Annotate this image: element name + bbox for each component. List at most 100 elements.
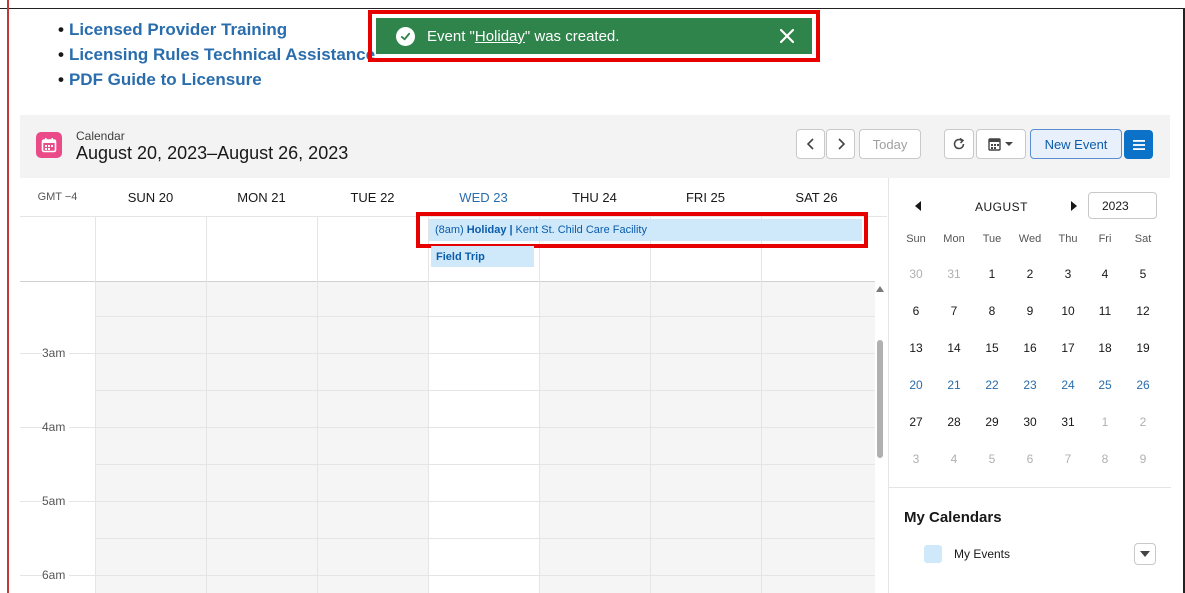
column-line — [317, 216, 318, 593]
holiday-event-highlight — [416, 212, 868, 248]
my-events-label[interactable]: My Events — [954, 547, 1010, 561]
mini-calendar-day[interactable]: 13 — [898, 341, 934, 355]
mini-calendar-day[interactable]: 12 — [1125, 304, 1161, 318]
hamburger-icon — [1132, 139, 1145, 150]
mini-dow-label: Wed — [1018, 233, 1042, 245]
mini-calendar-day[interactable]: 30 — [1012, 415, 1048, 429]
mini-calendar-day[interactable]: 17 — [1050, 341, 1086, 355]
toast-close-button[interactable] — [776, 25, 798, 47]
hour-label-5am: 5am — [42, 494, 70, 508]
link-pdf-guide[interactable]: • PDF Guide to Licensure — [58, 70, 262, 90]
day-header-mon[interactable]: MON 21 — [206, 178, 317, 216]
mini-calendar-day[interactable]: 30 — [898, 267, 934, 281]
hour-line — [20, 501, 875, 502]
link-licensed-provider-training[interactable]: • Licensed Provider Training — [58, 20, 287, 40]
mini-calendar-day[interactable]: 9 — [1012, 304, 1048, 318]
mini-calendar-day[interactable]: 27 — [898, 415, 934, 429]
day-header-sun[interactable]: SUN 20 — [95, 178, 206, 216]
year-select[interactable]: 2023 — [1088, 192, 1157, 219]
mini-calendar-day[interactable]: 1 — [974, 267, 1010, 281]
mini-calendar-day[interactable]: 3 — [898, 452, 934, 466]
mini-calendar-day[interactable]: 18 — [1087, 341, 1123, 355]
mini-calendar-day[interactable]: 21 — [936, 378, 972, 392]
mini-calendar-day[interactable]: 31 — [936, 267, 972, 281]
mini-calendar-day[interactable]: 4 — [1087, 267, 1123, 281]
link-text[interactable]: Licensed Provider Training — [69, 20, 287, 39]
mini-calendar-day[interactable]: 15 — [974, 341, 1010, 355]
today-column — [428, 282, 539, 593]
hour-label-3am: 3am — [42, 346, 70, 360]
frame-left-border — [7, 0, 9, 593]
event-field-trip[interactable]: Field Trip — [431, 246, 534, 267]
mini-calendar-day[interactable]: 3 — [1050, 267, 1086, 281]
mini-calendar-day[interactable]: 29 — [974, 415, 1010, 429]
mini-calendar-day[interactable]: 6 — [898, 304, 934, 318]
mini-calendar-day[interactable]: 19 — [1125, 341, 1161, 355]
calendar-view-dropdown[interactable] — [976, 129, 1026, 159]
toast-prefix: Event " — [427, 27, 475, 45]
mini-calendar-day[interactable]: 23 — [1012, 378, 1048, 392]
refresh-button[interactable] — [944, 129, 974, 159]
scroll-thumb[interactable] — [877, 340, 883, 458]
time-slots[interactable] — [95, 282, 875, 593]
mini-calendar-day[interactable]: 5 — [1125, 267, 1161, 281]
link-text[interactable]: Licensing Rules Technical Assistance — [69, 45, 375, 64]
day-header-sat[interactable]: SAT 26 — [761, 178, 872, 216]
previous-week-button[interactable] — [796, 129, 825, 159]
calendar-view-icon — [988, 138, 1013, 151]
mini-calendar-day[interactable]: 10 — [1050, 304, 1086, 318]
next-week-button[interactable] — [826, 129, 855, 159]
mini-calendar-day[interactable]: 6 — [1012, 452, 1048, 466]
mini-dow-label: Tue — [982, 233, 1002, 245]
grid-scrollbar[interactable] — [875, 283, 885, 593]
mini-calendar-day[interactable]: 14 — [936, 341, 972, 355]
mini-calendar-day[interactable]: 2 — [1012, 267, 1048, 281]
mini-calendar-day[interactable]: 16 — [1012, 341, 1048, 355]
link-licensing-rules[interactable]: • Licensing Rules Technical Assistance — [58, 45, 375, 65]
day-header-wed-today[interactable]: WED 23 — [428, 178, 539, 216]
mini-calendar-day[interactable]: 22 — [974, 378, 1010, 392]
side-divider — [889, 487, 1171, 488]
new-event-button[interactable]: New Event — [1030, 129, 1122, 159]
mini-calendar-day[interactable]: 20 — [898, 378, 934, 392]
mini-calendar-day[interactable]: 9 — [1125, 452, 1161, 466]
mini-calendar-day[interactable]: 2 — [1125, 415, 1161, 429]
today-button[interactable]: Today — [859, 129, 921, 159]
mini-calendar-day[interactable]: 11 — [1087, 304, 1123, 318]
mini-calendar-day[interactable]: 7 — [936, 304, 972, 318]
menu-button[interactable] — [1124, 130, 1153, 159]
column-line — [428, 216, 429, 593]
my-events-color-swatch[interactable] — [924, 545, 942, 563]
mini-dow-label: Sun — [906, 233, 926, 245]
half-hour-line — [95, 316, 875, 317]
mini-calendar-day[interactable]: 25 — [1087, 378, 1123, 392]
scroll-up-arrow-icon[interactable] — [876, 286, 884, 292]
day-header-tue[interactable]: TUE 22 — [317, 178, 428, 216]
hour-label-6am: 6am — [42, 568, 70, 582]
toast-event-link[interactable]: Holiday — [475, 28, 525, 45]
mini-calendar-day[interactable]: 4 — [936, 452, 972, 466]
previous-month-icon[interactable] — [915, 201, 921, 211]
my-events-dropdown-button[interactable] — [1134, 543, 1156, 565]
mini-calendar-day[interactable]: 5 — [974, 452, 1010, 466]
day-header-thu[interactable]: THU 24 — [539, 178, 650, 216]
mini-calendar-day[interactable]: 8 — [1087, 452, 1123, 466]
caret-down-icon — [1140, 551, 1150, 557]
mini-dow-label: Mon — [943, 233, 965, 245]
mini-calendar-day[interactable]: 24 — [1050, 378, 1086, 392]
mini-calendar-day[interactable]: 7 — [1050, 452, 1086, 466]
next-month-icon[interactable] — [1071, 201, 1077, 211]
success-toast-highlight: Event "Holiday" was created. — [368, 10, 820, 62]
hour-line — [20, 353, 875, 354]
year-value: 2023 — [1102, 198, 1129, 213]
mini-calendar-day[interactable]: 1 — [1087, 415, 1123, 429]
mini-calendar-month: AUGUST — [975, 200, 1029, 214]
mini-calendar-day[interactable]: 28 — [936, 415, 972, 429]
day-header-fri[interactable]: FRI 25 — [650, 178, 761, 216]
mini-calendar-day[interactable]: 31 — [1050, 415, 1086, 429]
calendar-header: Calendar August 20, 2023–August 26, 2023… — [20, 115, 1170, 178]
link-text[interactable]: PDF Guide to Licensure — [69, 70, 262, 89]
mini-calendar-day[interactable]: 8 — [974, 304, 1010, 318]
mini-calendar-day[interactable]: 26 — [1125, 378, 1161, 392]
all-day-divider — [20, 281, 875, 282]
